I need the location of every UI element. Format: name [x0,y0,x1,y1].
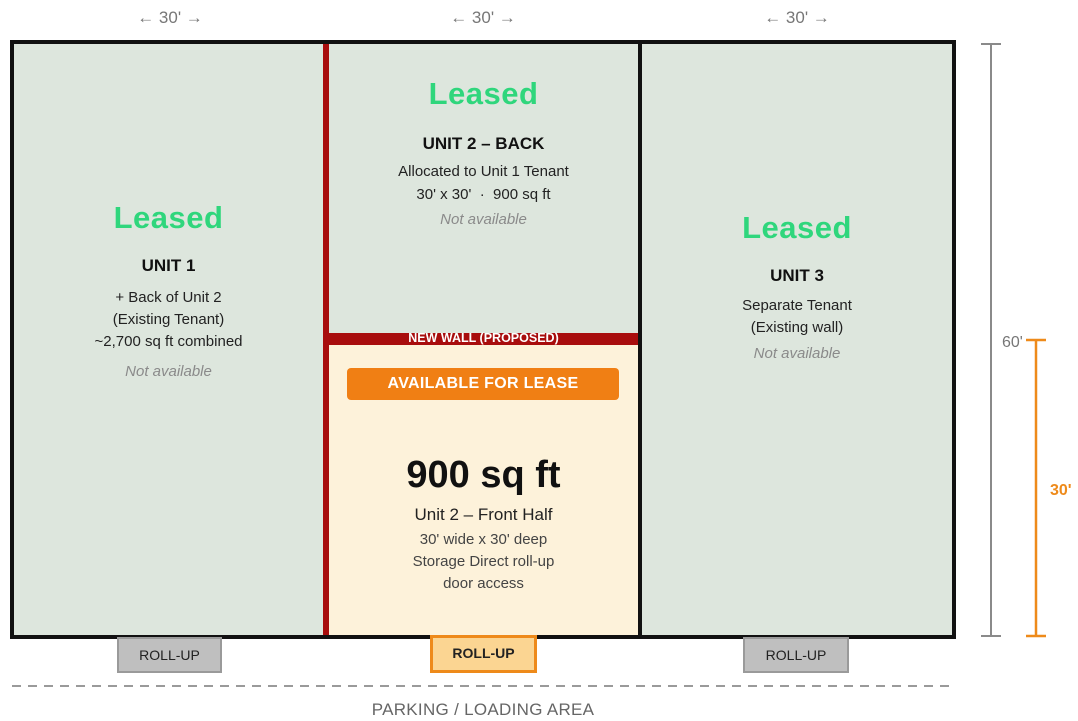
unit3-block[interactable]: Leased UNIT 3 Separate Tenant (Existing … [642,210,952,362]
unit2-front-block: 900 sq ft Unit 2 – Front Half 30' wide x… [329,454,638,592]
unit3-title: UNIT 3 [770,266,824,285]
unit2-front-size: 900 sq ft [406,454,561,496]
available-for-lease-badge[interactable]: AVAILABLE FOR LEASE [347,368,619,400]
rollup-door-unit3: ROLL-UP [743,637,849,673]
unit3-line1: Separate Tenant [742,297,852,314]
dimension-unit3-width: ← 30' → [764,8,830,27]
dimension-front-depth: 30' [1050,482,1072,499]
unit2-back-status: Leased [428,76,539,111]
unit2-back-block[interactable]: Leased UNIT 2 – BACK Allocated to Unit 1… [329,76,638,228]
unit2-back-line2: 30' x 30' · 900 sq ft [416,186,551,203]
unit2-front-line1: 30' wide x 30' deep [419,531,548,548]
unit2-back-title: UNIT 2 – BACK [422,134,545,153]
dimension-unit2-width: ← 30' → [450,8,516,27]
rollup-door-unit2-front: ROLL-UP [430,635,537,673]
unit2-front-line3: door access [443,575,524,592]
dimension-unit1-width: ← 30' → [137,8,203,27]
unit2-front-line2: Storage Direct roll-up [412,553,555,570]
unit2-back-line1: Allocated to Unit 1 Tenant [398,163,569,180]
unit1-line3: ~2,700 sq ft combined [94,333,243,350]
parking-loading-label: PARKING / LOADING AREA [371,700,595,719]
unit1-line1: + Back of Unit 2 [115,289,222,306]
new-wall-label: NEW WALL (PROPOSED) [408,331,559,345]
unit2-back-availability: Not available [440,211,527,228]
parking-boundary-line [12,685,955,687]
rollup-door-unit1: ROLL-UP [117,637,222,673]
unit2-front-name: Unit 2 – Front Half [414,505,553,524]
unit3-availability: Not available [753,345,841,362]
unit1-availability: Not available [125,363,212,380]
unit1-status: Leased [113,200,224,235]
unit3-line2: (Existing wall) [750,319,844,336]
dimension-total-depth: 60' [1002,334,1023,351]
unit3-status: Leased [742,210,852,245]
unit1-line2: (Existing Tenant) [112,311,225,328]
unit1-block[interactable]: Leased UNIT 1 + Back of Unit 2 (Existing… [14,200,323,380]
unit1-title: UNIT 1 [141,256,196,275]
